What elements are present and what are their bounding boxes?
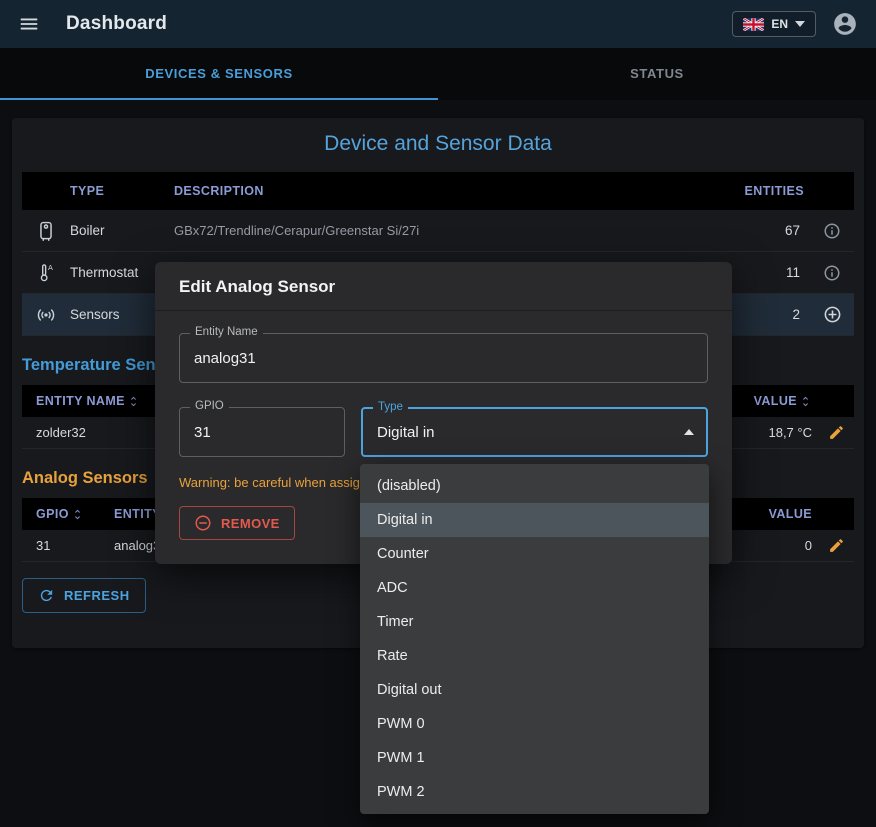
devices-table-header: TYPE DESCRIPTION ENTITIES: [22, 172, 854, 210]
hamburger-icon: [18, 13, 40, 35]
menu-item-digital-out[interactable]: Digital out: [360, 673, 709, 707]
menu-item-pwm1[interactable]: PWM 1: [360, 741, 709, 775]
menu-item-counter[interactable]: Counter: [360, 537, 709, 571]
gpio-label: GPIO: [190, 400, 229, 412]
remove-label: REMOVE: [221, 516, 280, 531]
tab-status[interactable]: STATUS: [438, 48, 876, 100]
sensors-icon: [22, 304, 70, 326]
field-row: GPIO 31 Type Digital in: [179, 407, 708, 457]
edit-pencil-icon[interactable]: [818, 424, 854, 441]
add-circle-icon[interactable]: [810, 305, 854, 324]
device-description: GBx72/Trendline/Cerapur/Greenstar Si/27i: [174, 223, 710, 238]
refresh-icon: [38, 587, 55, 604]
col-description: DESCRIPTION: [174, 184, 710, 198]
menu-item-timer[interactable]: Timer: [360, 605, 709, 639]
language-label: EN: [771, 17, 788, 31]
gpio-field[interactable]: GPIO 31: [179, 407, 345, 457]
col-entities: ENTITIES: [710, 184, 810, 198]
tab-devices-sensors-label: DEVICES & SENSORS: [145, 66, 292, 81]
chevron-up-icon: [684, 429, 694, 435]
sort-icon: [71, 508, 84, 521]
tab-bar: DEVICES & SENSORS STATUS: [0, 48, 876, 100]
remove-circle-icon: [194, 514, 212, 532]
app-title: Dashboard: [66, 13, 167, 35]
language-selector[interactable]: EN: [732, 11, 816, 37]
menu-item-pwm0[interactable]: PWM 0: [360, 707, 709, 741]
tab-status-label: STATUS: [630, 66, 684, 81]
menu-item-disabled[interactable]: (disabled): [360, 469, 709, 503]
type-select[interactable]: Type Digital in: [361, 407, 708, 457]
thermostat-icon: A: [22, 262, 70, 284]
caret-down-icon: [795, 21, 805, 27]
svg-text:A: A: [48, 262, 53, 271]
menu-item-rate[interactable]: Rate: [360, 639, 709, 673]
type-value: Digital in: [377, 424, 435, 441]
refresh-label: REFRESH: [64, 588, 130, 603]
info-icon[interactable]: [810, 264, 854, 282]
uk-flag-icon: [743, 18, 764, 31]
type-menu: (disabled) Digital in Counter ADC Timer …: [360, 464, 709, 814]
tab-devices-sensors[interactable]: DEVICES & SENSORS: [0, 48, 438, 100]
menu-button[interactable]: [14, 9, 44, 39]
refresh-button[interactable]: REFRESH: [22, 578, 146, 613]
device-entities: 67: [710, 223, 810, 238]
sort-icon: [127, 395, 140, 408]
account-button[interactable]: [828, 7, 862, 41]
type-label: Type: [373, 401, 408, 413]
sort-icon: [799, 395, 812, 408]
col-type: TYPE: [70, 184, 174, 198]
gpio-value: 31: [194, 424, 211, 441]
boiler-icon: [22, 220, 70, 242]
entity-name-value: analog31: [194, 350, 256, 367]
app-bar: Dashboard EN: [0, 0, 876, 48]
entity-name-label: Entity Name: [190, 326, 263, 338]
menu-item-pwm2[interactable]: PWM 2: [360, 775, 709, 809]
remove-button[interactable]: REMOVE: [179, 506, 295, 540]
table-row-boiler[interactable]: Boiler GBx72/Trendline/Cerapur/Greenstar…: [22, 210, 854, 252]
menu-item-digital-in[interactable]: Digital in: [360, 503, 709, 537]
dialog-title: Edit Analog Sensor: [155, 262, 732, 311]
screen: Dashboard EN DE: [0, 0, 876, 827]
page-title: Device and Sensor Data: [12, 132, 864, 156]
edit-pencil-icon[interactable]: [818, 537, 854, 554]
sensor-gpio: 31: [22, 538, 114, 553]
col-gpio-sort[interactable]: GPIO: [22, 507, 114, 521]
device-type: Boiler: [70, 223, 174, 238]
account-circle-icon: [832, 11, 858, 37]
info-icon[interactable]: [810, 222, 854, 240]
entity-name-field[interactable]: Entity Name analog31: [179, 333, 708, 383]
menu-item-adc[interactable]: ADC: [360, 571, 709, 605]
